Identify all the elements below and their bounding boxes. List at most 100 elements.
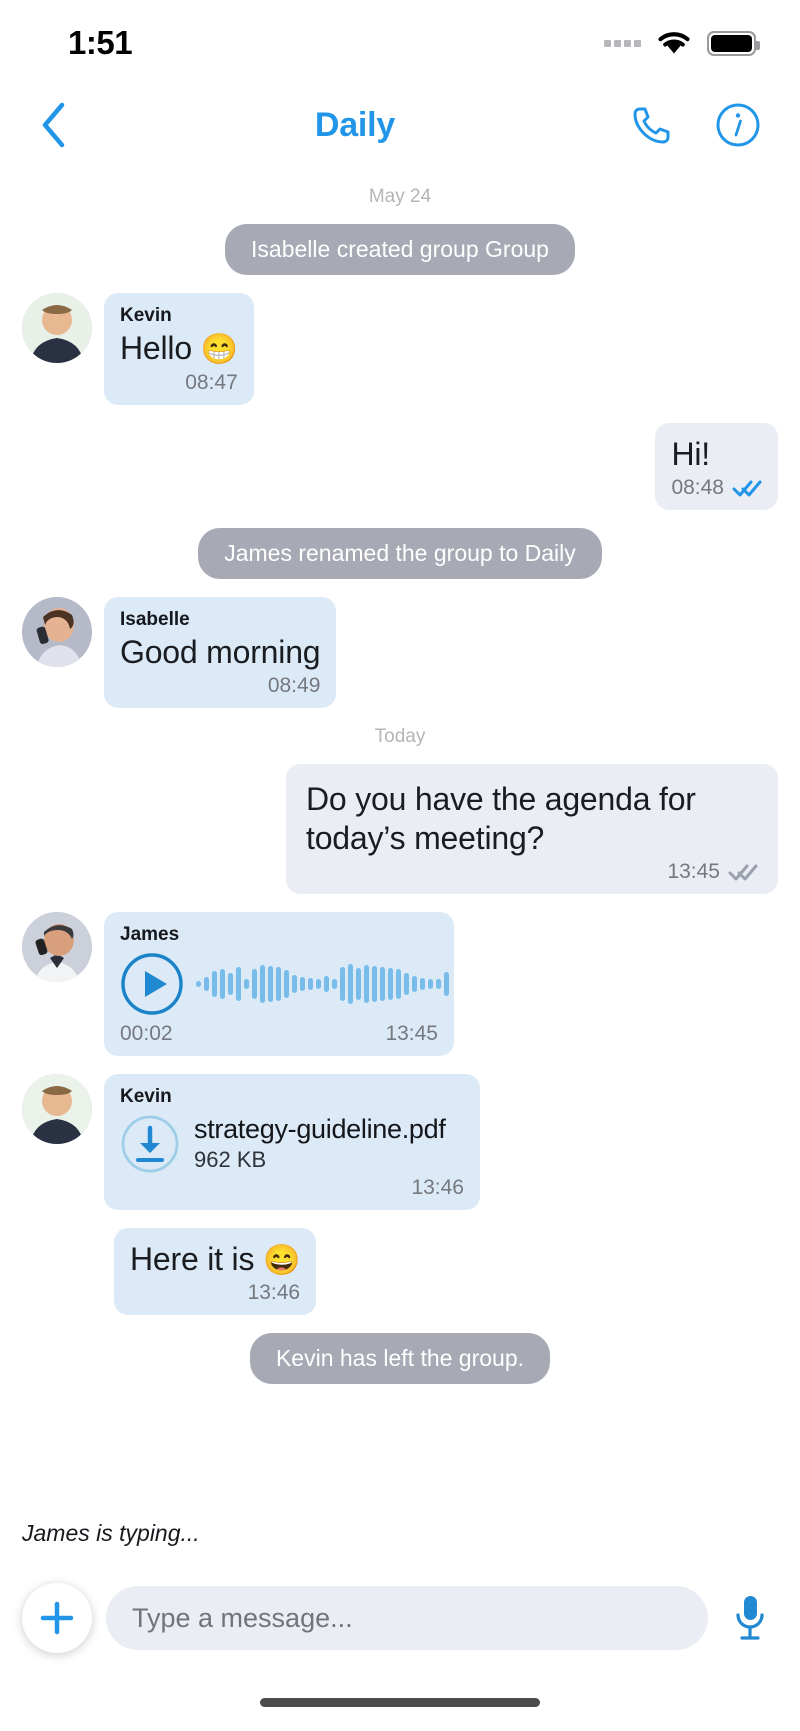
message-sender: Kevin	[120, 1085, 172, 1107]
voice-meta: 00:02 13:45	[120, 1022, 438, 1046]
bubble-james-voice[interactable]: James 00:02 13:45	[104, 911, 454, 1056]
typing-indicator: James is typing...	[22, 1520, 200, 1546]
system-message-left: Kevin has left the group.	[249, 1333, 551, 1385]
back-button[interactable]	[26, 97, 82, 153]
message-row-kevin-hello[interactable]: Kevin Hello 😁 08:47	[22, 293, 778, 405]
message-body: Hello	[120, 330, 192, 366]
waveform-bar	[364, 964, 369, 1003]
waveform-bar	[244, 978, 249, 989]
read-receipt-icon	[728, 862, 758, 882]
voice-record-button[interactable]	[722, 1586, 778, 1650]
battery-icon	[707, 30, 760, 56]
message-text: Hi!	[671, 435, 710, 472]
bubble-kevin-file[interactable]: Kevin strategy-guideline.pdf 962 KB 13:4…	[104, 1073, 480, 1210]
message-time: 13:45	[385, 1021, 438, 1045]
message-time: 08:49	[267, 673, 321, 697]
file-attachment[interactable]: strategy-guideline.pdf 962 KB	[120, 1114, 464, 1174]
add-attachment-button[interactable]	[22, 1583, 92, 1653]
message-row-james-voice[interactable]: James 00:02 13:45	[22, 911, 778, 1056]
wifi-icon	[658, 32, 690, 54]
bubble-kevin-hello[interactable]: Kevin Hello 😁 08:47	[104, 293, 254, 405]
phone-icon	[633, 107, 670, 144]
page-title: Daily	[314, 105, 396, 144]
waveform-bar	[212, 970, 217, 997]
system-message-left-row: Kevin has left the group.	[22, 1333, 778, 1385]
message-input[interactable]: Type a message...	[106, 1586, 708, 1650]
waveform-bar	[252, 968, 257, 999]
nav-bar: Daily	[0, 86, 800, 164]
call-button[interactable]	[628, 101, 676, 149]
waveform-bar	[404, 972, 409, 995]
avatar-isabelle-image	[22, 596, 92, 667]
system-message-renamed: James renamed the group to Daily	[198, 527, 602, 579]
bubble-me-agenda[interactable]: Do you have the agenda for today’s meeti…	[286, 763, 778, 894]
home-indicator-area	[0, 1673, 800, 1731]
waveform-bar	[420, 977, 425, 990]
waveform-bar	[324, 975, 329, 992]
system-message-created-row: Isabelle created group Group	[22, 224, 778, 275]
microphone-icon	[736, 1596, 764, 1640]
message-text: Good morning	[120, 633, 321, 670]
status-bar: 1:51	[0, 0, 800, 86]
voice-player[interactable]	[120, 952, 449, 1016]
waveform-bar	[236, 966, 241, 1001]
message-row-me-hi[interactable]: Hi! 08:48	[22, 422, 778, 510]
play-circle-icon[interactable]	[120, 952, 184, 1016]
message-row-me-agenda[interactable]: Do you have the agenda for today’s meeti…	[22, 763, 778, 894]
avatar-isabelle	[22, 596, 92, 667]
signal-dots-icon	[604, 39, 641, 47]
message-meta: 13:46	[130, 1281, 301, 1305]
waveform-bar	[396, 968, 401, 999]
message-meta: 13:45	[306, 860, 758, 884]
message-list[interactable]: May 24 Isabelle created group Group Kevi…	[0, 164, 800, 1520]
status-indicators	[604, 29, 760, 57]
waveform-bar	[308, 977, 313, 990]
avatar-kevin-image	[22, 293, 92, 363]
info-button[interactable]	[714, 101, 762, 149]
message-meta: 08:47	[120, 371, 238, 395]
message-time: 13:46	[411, 1175, 464, 1199]
voice-duration: 00:02	[120, 1021, 173, 1045]
waveform-bar	[356, 967, 361, 1000]
message-text: Here it is 😄	[130, 1240, 300, 1280]
message-meta: 08:49	[120, 673, 321, 698]
waveform-bar	[332, 978, 337, 989]
message-text: Hello 😁	[120, 329, 238, 369]
message-row-isabelle-good-morning[interactable]: Isabelle Good morning 08:49	[22, 596, 778, 708]
message-time: 13:45	[667, 859, 720, 883]
waveform-bar	[316, 978, 321, 989]
waveform-bar	[260, 964, 265, 1003]
chat-screen: 1:51 Daily May 24 Isabelle created group…	[0, 0, 800, 1731]
message-text: Do you have the agenda for today’s meeti…	[306, 780, 696, 856]
waveform-bar	[428, 978, 433, 989]
status-time: 1:51	[68, 24, 133, 61]
message-sender: Isabelle	[120, 608, 190, 630]
message-sender: James	[120, 923, 180, 945]
message-row-here-it-is[interactable]: Here it is 😄 13:46	[114, 1227, 778, 1316]
message-emoji: 😁	[200, 333, 238, 366]
system-message-renamed-row: James renamed the group to Daily	[22, 527, 778, 579]
avatar-kevin-image	[22, 1073, 92, 1144]
bubble-me-hi[interactable]: Hi! 08:48	[655, 422, 778, 510]
avatar-kevin-2	[22, 1073, 92, 1144]
read-receipt-icon	[732, 478, 762, 498]
bubble-isabelle-good-morning[interactable]: Isabelle Good morning 08:49	[104, 596, 337, 708]
waveform-bar	[444, 971, 449, 996]
download-circle-icon[interactable]	[120, 1114, 180, 1174]
voice-waveform[interactable]	[196, 961, 449, 1007]
message-meta: 08:48	[671, 476, 762, 500]
info-circle-icon	[716, 103, 760, 147]
file-name: strategy-guideline.pdf	[194, 1113, 446, 1144]
waveform-bar	[276, 966, 281, 1001]
bubble-here-it-is[interactable]: Here it is 😄 13:46	[114, 1227, 317, 1316]
waveform-bar	[196, 980, 201, 987]
message-row-kevin-file[interactable]: Kevin strategy-guideline.pdf 962 KB 13:4…	[22, 1073, 778, 1210]
waveform-bar	[220, 968, 225, 999]
waveform-bar	[380, 966, 385, 1001]
day-separator-may24: May 24	[368, 186, 432, 207]
waveform-bar	[284, 969, 289, 998]
message-sender: Kevin	[120, 305, 172, 326]
message-time: 08:48	[671, 475, 724, 499]
avatar-kevin	[22, 293, 92, 363]
waveform-bar	[340, 966, 345, 1001]
